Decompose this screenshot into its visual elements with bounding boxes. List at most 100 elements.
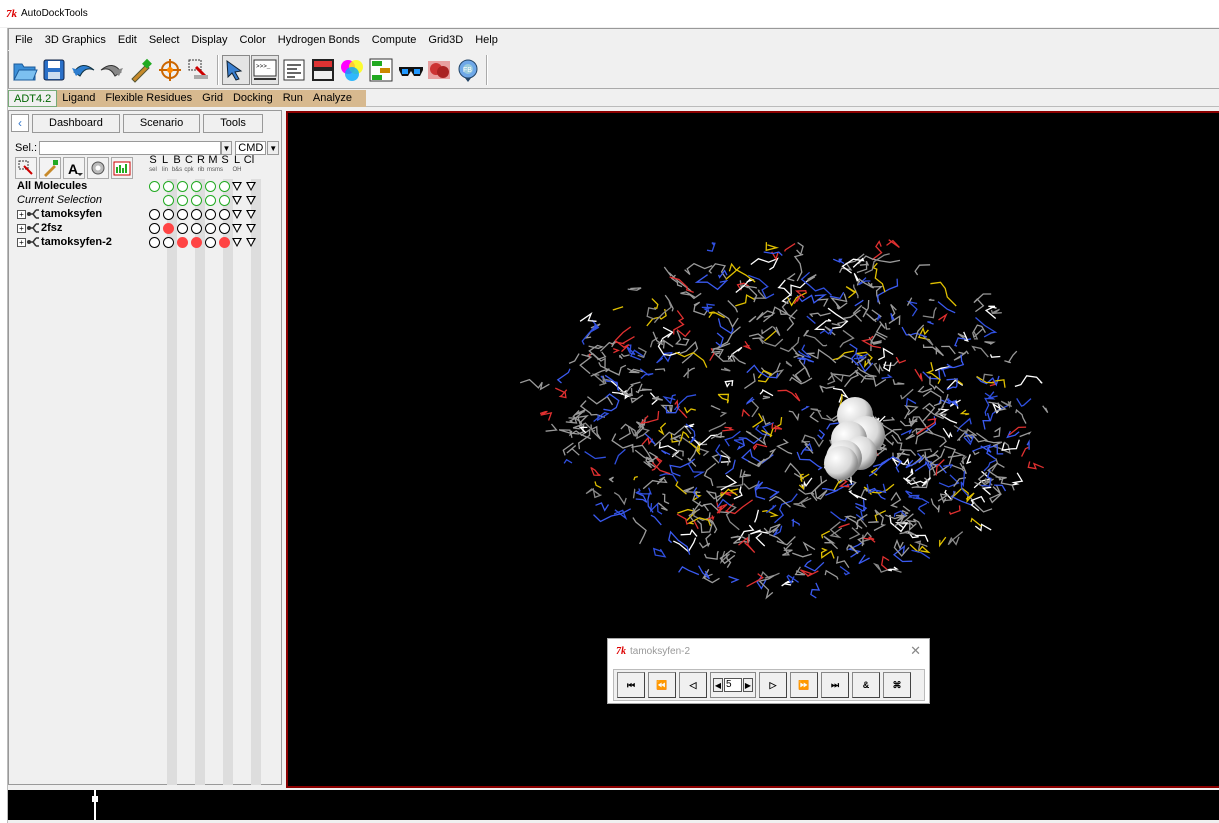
toggle-triangle-icon[interactable]: [232, 224, 242, 233]
column-header[interactable]: Bb&s: [171, 155, 183, 174]
tab-tools[interactable]: Tools: [203, 113, 263, 133]
module-flexible-residues[interactable]: Flexible Residues: [100, 90, 197, 107]
tab-dashboard[interactable]: Dashboard: [32, 113, 120, 133]
column-header[interactable]: S: [219, 155, 231, 166]
play-reverse-icon[interactable]: ◁: [679, 672, 707, 698]
center-icon[interactable]: [156, 55, 184, 85]
menu-hydrogen-bonds[interactable]: Hydrogen Bonds: [272, 34, 366, 46]
open-folder-icon[interactable]: [11, 55, 39, 85]
settings-icon[interactable]: ⌘: [883, 672, 911, 698]
menu-3d-graphics[interactable]: 3D Graphics: [39, 34, 112, 46]
toggle-circle[interactable]: [177, 223, 188, 234]
tab-scenario[interactable]: Scenario: [122, 113, 201, 133]
toggle-triangle-icon[interactable]: [246, 238, 256, 247]
expand-icon[interactable]: +: [17, 237, 26, 247]
toggle-triangle-icon[interactable]: [246, 196, 256, 205]
column-header[interactable]: Ccpk: [183, 155, 195, 174]
toggle-circle[interactable]: [177, 181, 188, 192]
module-run[interactable]: Run: [278, 90, 308, 107]
rewind-icon[interactable]: ⏪: [648, 672, 676, 698]
toggle-circle[interactable]: [163, 209, 174, 220]
toggle-circle[interactable]: [149, 237, 160, 248]
toggle-triangle-icon[interactable]: [232, 238, 242, 247]
pick-icon[interactable]: [127, 55, 155, 85]
toggle-triangle-icon[interactable]: [246, 210, 256, 219]
menu-compute[interactable]: Compute: [366, 34, 423, 46]
toggle-circle[interactable]: [163, 195, 174, 206]
toggle-triangle-icon[interactable]: [246, 224, 256, 233]
module-ligand[interactable]: Ligand: [57, 90, 100, 107]
toggle-circle[interactable]: [163, 223, 174, 234]
toggle-circle[interactable]: [163, 181, 174, 192]
toggle-circle[interactable]: [149, 209, 160, 220]
pick-icon[interactable]: [39, 157, 61, 179]
frame-decrement-icon[interactable]: ◀: [713, 678, 723, 692]
undo-icon[interactable]: [69, 55, 97, 85]
column-header[interactable]: Ssel: [147, 155, 159, 174]
toggle-triangle-icon[interactable]: [232, 196, 242, 205]
toggle-circle[interactable]: [219, 223, 230, 234]
expand-icon[interactable]: +: [17, 223, 26, 233]
python-shell-icon[interactable]: >>>_: [251, 54, 279, 85]
fast-forward-icon[interactable]: ⏩: [790, 672, 818, 698]
display-icon[interactable]: [309, 55, 337, 85]
menu-select[interactable]: Select: [143, 34, 186, 46]
tree-row-all-molecules[interactable]: All Molecules: [9, 179, 141, 193]
toggle-circle[interactable]: [177, 237, 188, 248]
module-adt42[interactable]: ADT4.2: [8, 90, 58, 107]
clear-selection-icon[interactable]: [15, 157, 37, 179]
menu-display[interactable]: Display: [185, 34, 233, 46]
toggle-circle[interactable]: [205, 195, 216, 206]
toggle-circle[interactable]: [191, 223, 202, 234]
close-icon[interactable]: ✕: [910, 643, 921, 659]
tree-row-tamoksyfen[interactable]: + tamoksyfen: [9, 207, 141, 221]
toggle-circle[interactable]: [149, 181, 160, 192]
spreadsheet-icon[interactable]: [111, 157, 133, 179]
toggle-circle[interactable]: [177, 195, 188, 206]
toggle-circle[interactable]: [191, 237, 202, 248]
tree-row-2fsz[interactable]: + 2fsz: [9, 221, 141, 235]
status-slider-handle[interactable]: [92, 796, 98, 802]
label-icon[interactable]: [280, 55, 308, 85]
expand-icon[interactable]: +: [17, 209, 26, 219]
toggle-circle[interactable]: [149, 223, 160, 234]
menu-grid3d[interactable]: Grid3D: [422, 34, 469, 46]
toggle-circle[interactable]: [219, 195, 230, 206]
save-icon[interactable]: [40, 55, 68, 85]
color-icon[interactable]: [338, 55, 366, 85]
module-analyze[interactable]: Analyze: [308, 90, 357, 107]
toggle-triangle-icon[interactable]: [232, 210, 242, 219]
clear-selection-icon[interactable]: [185, 55, 213, 85]
tree-row-tamoksyfen-2[interactable]: + tamoksyfen-2: [9, 235, 141, 249]
label-a-icon[interactable]: A: [63, 157, 85, 179]
record-icon[interactable]: &: [852, 672, 880, 698]
selection-input[interactable]: [39, 141, 221, 155]
toggle-circle[interactable]: [191, 209, 202, 220]
cmd-dropdown-icon[interactable]: ▼: [267, 141, 279, 155]
toggle-circle[interactable]: [163, 237, 174, 248]
toggle-circle[interactable]: [205, 209, 216, 220]
menu-color[interactable]: Color: [234, 34, 272, 46]
module-grid[interactable]: Grid: [197, 90, 228, 107]
last-frame-icon[interactable]: ⏭: [821, 672, 849, 698]
toggle-circle[interactable]: [205, 223, 216, 234]
toggle-circle[interactable]: [205, 181, 216, 192]
toggle-circle[interactable]: [219, 237, 230, 248]
frame-input[interactable]: 5: [724, 678, 742, 692]
column-header[interactable]: L OH: [231, 155, 243, 174]
selection-dropdown-icon[interactable]: ▼: [220, 141, 233, 155]
stereo-glasses-icon[interactable]: [396, 55, 424, 85]
column-header[interactable]: Rrib: [195, 155, 207, 174]
tree-row-current-selection[interactable]: Current Selection: [9, 193, 141, 207]
surface-icon[interactable]: [425, 55, 453, 85]
cmd-selector[interactable]: CMD: [235, 141, 267, 155]
menu-file[interactable]: File: [9, 34, 39, 46]
settings-gear-icon[interactable]: [87, 157, 109, 179]
menu-edit[interactable]: Edit: [112, 34, 143, 46]
fog-icon[interactable]: FB: [454, 55, 482, 85]
toggle-circle[interactable]: [177, 209, 188, 220]
toggle-triangle-icon[interactable]: [246, 182, 256, 191]
first-frame-icon[interactable]: ⏮: [617, 672, 645, 698]
frame-increment-icon[interactable]: ▶: [743, 678, 753, 692]
column-header[interactable]: Mmsms: [207, 155, 223, 174]
